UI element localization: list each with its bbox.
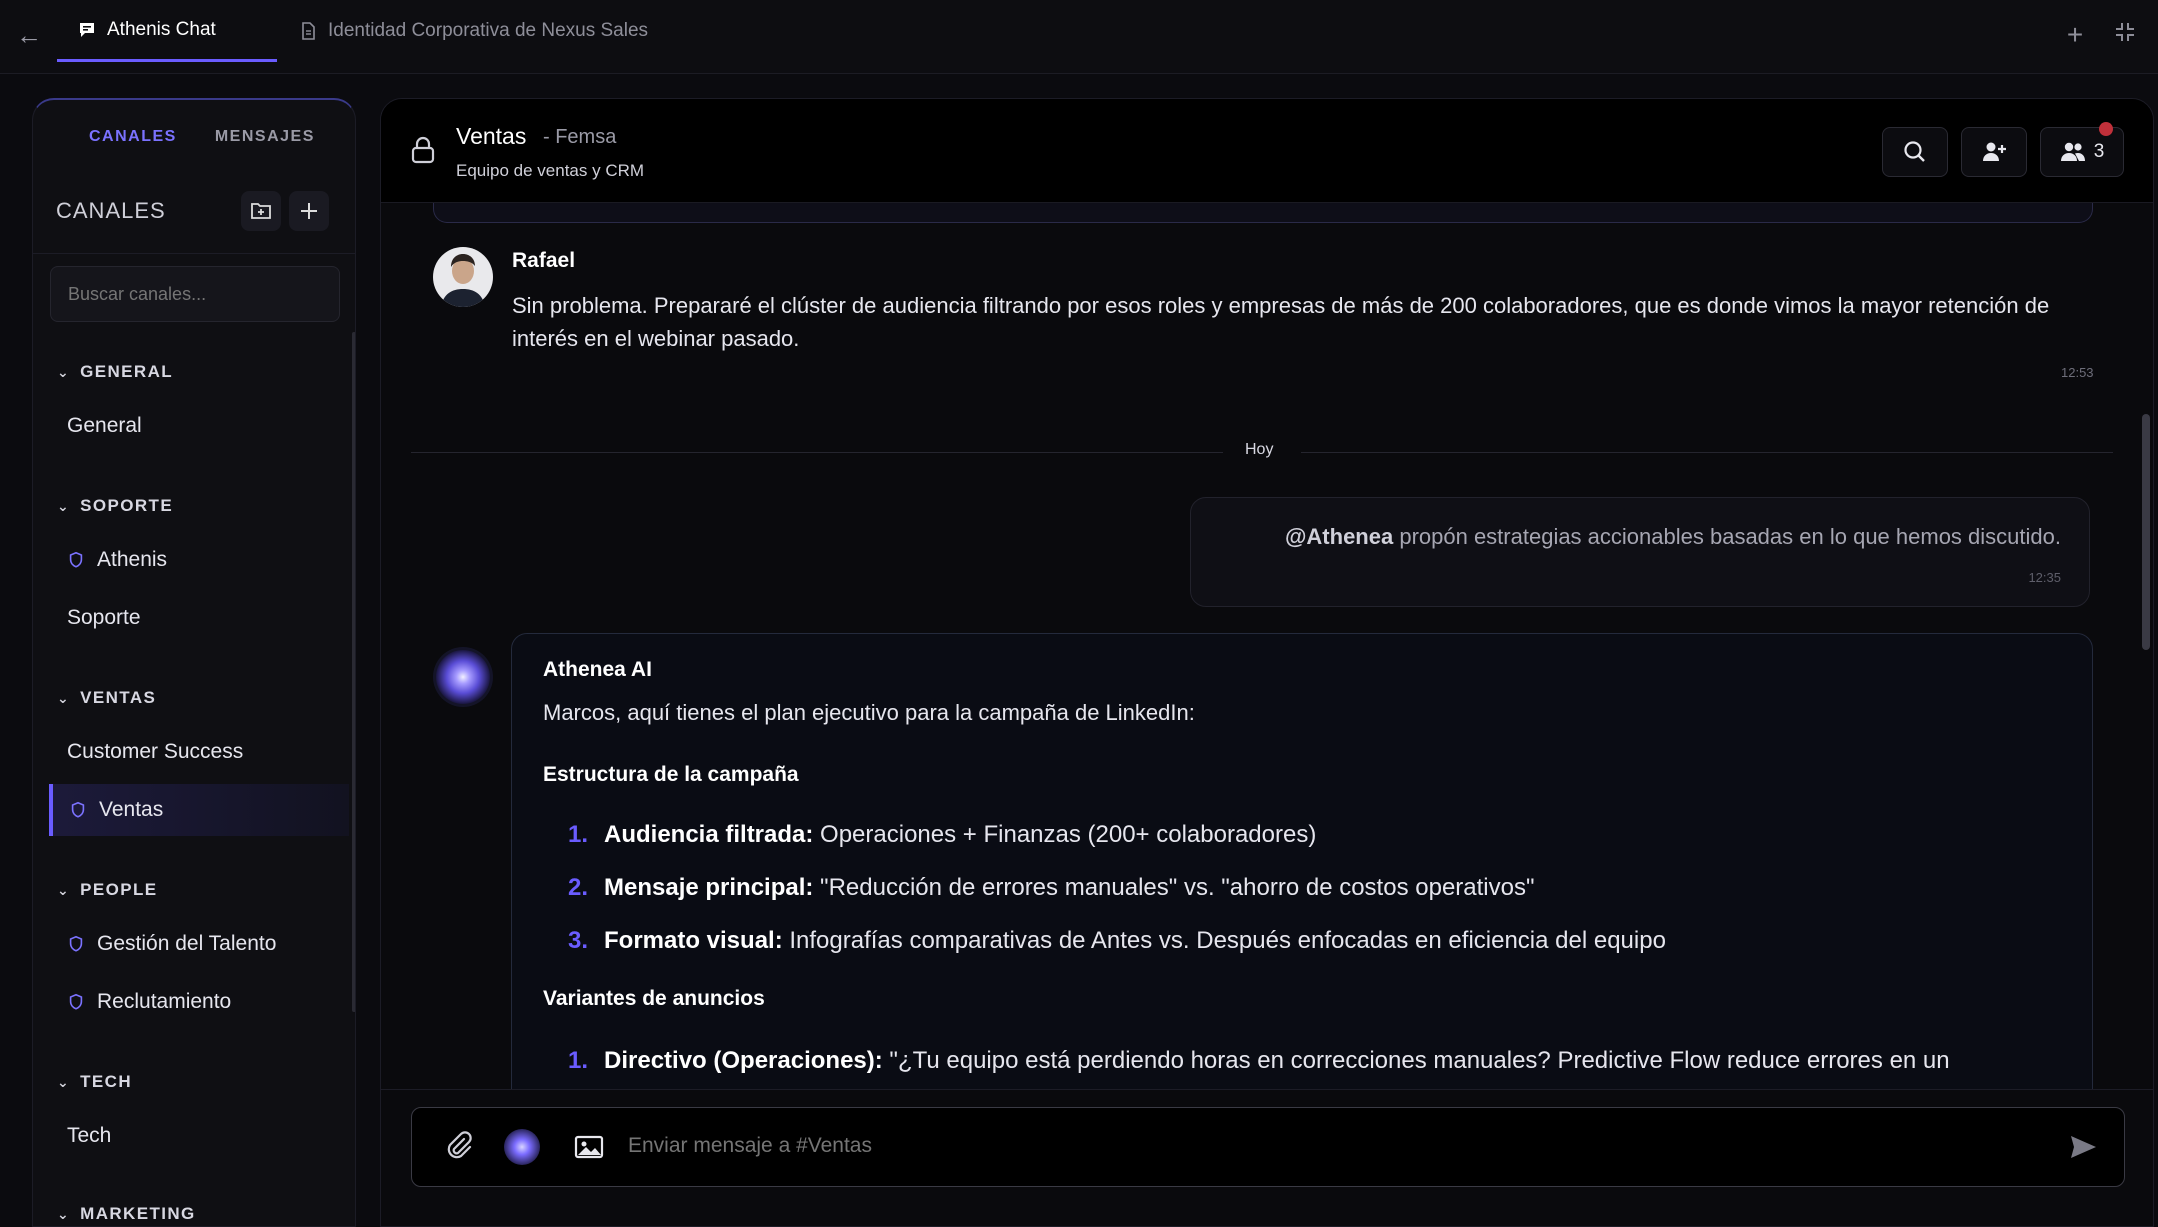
chevron-down-icon: ⌄ [57,363,71,380]
chat-panel: Ventas - Femsa Equipo de ventas y CRM 3 … [380,98,2154,1227]
shield-icon [71,801,85,818]
message-text-rafael: Sin problema. Prepararé el clúster de au… [512,293,2050,351]
image-icon[interactable] [572,1130,606,1164]
sidebar-item-tech[interactable]: Tech [49,1110,349,1162]
ai-intro-text: Marcos, aquí tienes el plan ejecutivo pa… [543,700,1195,725]
group-people[interactable]: ⌄ PEOPLE [57,880,158,900]
collapse-icon[interactable] [2110,20,2140,50]
ai-section-heading: Estructura de la campaña [543,763,799,786]
add-member-button[interactable] [1961,127,2027,177]
chat-bubble-icon [80,22,94,37]
divider [33,253,355,254]
list-item: 1. Directivo (Operaciones): "¿Tu equipo e… [568,1047,1950,1074]
paperclip-icon[interactable] [442,1130,476,1164]
channel-title: Ventas [456,123,527,149]
group-marketing[interactable]: ⌄ MARKETING [57,1204,196,1224]
users-icon [2060,142,2085,161]
avatar-athenea-ai [433,647,493,707]
chevron-down-icon: ⌄ [57,1073,71,1090]
mention[interactable]: @Athenea [1285,524,1393,549]
channel-description: Equipo de ventas y CRM [456,161,645,180]
avatar-rafael [433,247,493,307]
sidebar-item-gestion-talento[interactable]: Gestión del Talento [49,918,349,970]
document-icon [302,22,315,40]
sidebar-item-athenis[interactable]: Athenis [49,534,349,586]
chevron-down-icon: ⌄ [57,881,71,898]
channel-header: Ventas - Femsa Equipo de ventas y CRM 3 [381,99,2153,203]
list-item: 3. Formato visual: Infografías comparativ… [568,927,1666,954]
channels-heading: CANALES [56,198,166,223]
day-divider-label: Hoy [1245,441,1274,458]
list-item: 2. Mensaje principal: "Reducción de error… [568,874,1535,901]
lock-icon [411,136,435,164]
chat-scrollbar[interactable] [2142,414,2150,650]
own-message-text: @Athenea propón estrategias accionables … [1284,524,2061,549]
sidebar-item-general[interactable]: General [49,400,349,452]
search-channels-input[interactable] [50,266,340,322]
list-item: 1. Audiencia filtrada: Operaciones + Fina… [568,821,1317,848]
tab-messages[interactable]: MENSAJES [215,128,315,146]
composer-area [381,1089,2153,1226]
group-tech[interactable]: ⌄ TECH [57,1072,132,1092]
tab-channels[interactable]: CANALES [89,128,177,146]
back-arrow-icon[interactable]: ← [14,20,44,50]
chevron-down-icon: ⌄ [57,497,71,514]
channels-sidebar: CANALES MENSAJES CANALES ⌄GENERAL Genera… [32,98,356,1227]
sidebar-item-ventas[interactable]: Ventas [49,784,349,836]
group-general[interactable]: ⌄ GENERAL [57,362,173,382]
tab-athenis-chat[interactable]: Athenis Chat [57,0,277,62]
top-bar: ← Athenis Chat Identidad Corporativa de … [0,0,2158,74]
shield-icon [69,935,83,952]
author-athenea-ai: Athenea AI [543,658,652,681]
chevron-down-icon: ⌄ [57,689,71,706]
channel-org: - Femsa [543,126,617,148]
tab-label: Athenis Chat [107,18,216,40]
tab-label: Identidad Corporativa de Nexus Sales [328,20,649,41]
author-rafael: Rafael [512,249,576,272]
athenea-orb-icon[interactable] [504,1129,540,1165]
user-plus-icon [1983,142,2006,161]
message-input[interactable] [628,1134,1928,1158]
own-message-bubble: @Athenea propón estrategias accionables … [1190,497,2090,607]
new-folder-button[interactable] [241,191,281,231]
group-soporte[interactable]: ⌄ SOPORTE [57,496,173,516]
shield-icon [69,993,83,1010]
sidebar-item-reclutamiento[interactable]: Reclutamiento [49,976,349,1028]
member-count: 3 [2093,141,2105,162]
message-time: 12:35 [2028,570,2061,585]
plus-icon [301,203,317,219]
shield-icon [69,551,83,568]
day-divider-line [1301,452,2113,453]
sidebar-item-customer-success[interactable]: Customer Success [49,726,349,778]
sidebar-scrollbar[interactable] [352,332,355,1012]
tab-identidad-corporativa[interactable]: Identidad Corporativa de Nexus Sales [298,0,648,62]
sidebar-item-soporte[interactable]: Soporte [49,592,349,644]
chevron-down-icon: ⌄ [57,1205,71,1222]
message-time: 12:53 [2061,365,2094,380]
message-composer[interactable] [411,1107,2125,1187]
folder-plus-icon [251,203,271,219]
previous-message-bubble [433,203,2093,223]
plus-icon[interactable]: + [2060,20,2090,50]
search-button[interactable] [1882,127,1948,177]
members-button[interactable]: 3 [2040,127,2124,177]
add-channel-button[interactable] [289,191,329,231]
notification-dot [2099,122,2113,136]
search-icon [1904,141,1925,162]
group-ventas[interactable]: ⌄ VENTAS [57,688,156,708]
day-divider-line [411,452,1223,453]
send-icon[interactable] [2068,1132,2098,1162]
ai-section-heading: Variantes de anuncios [543,987,765,1010]
